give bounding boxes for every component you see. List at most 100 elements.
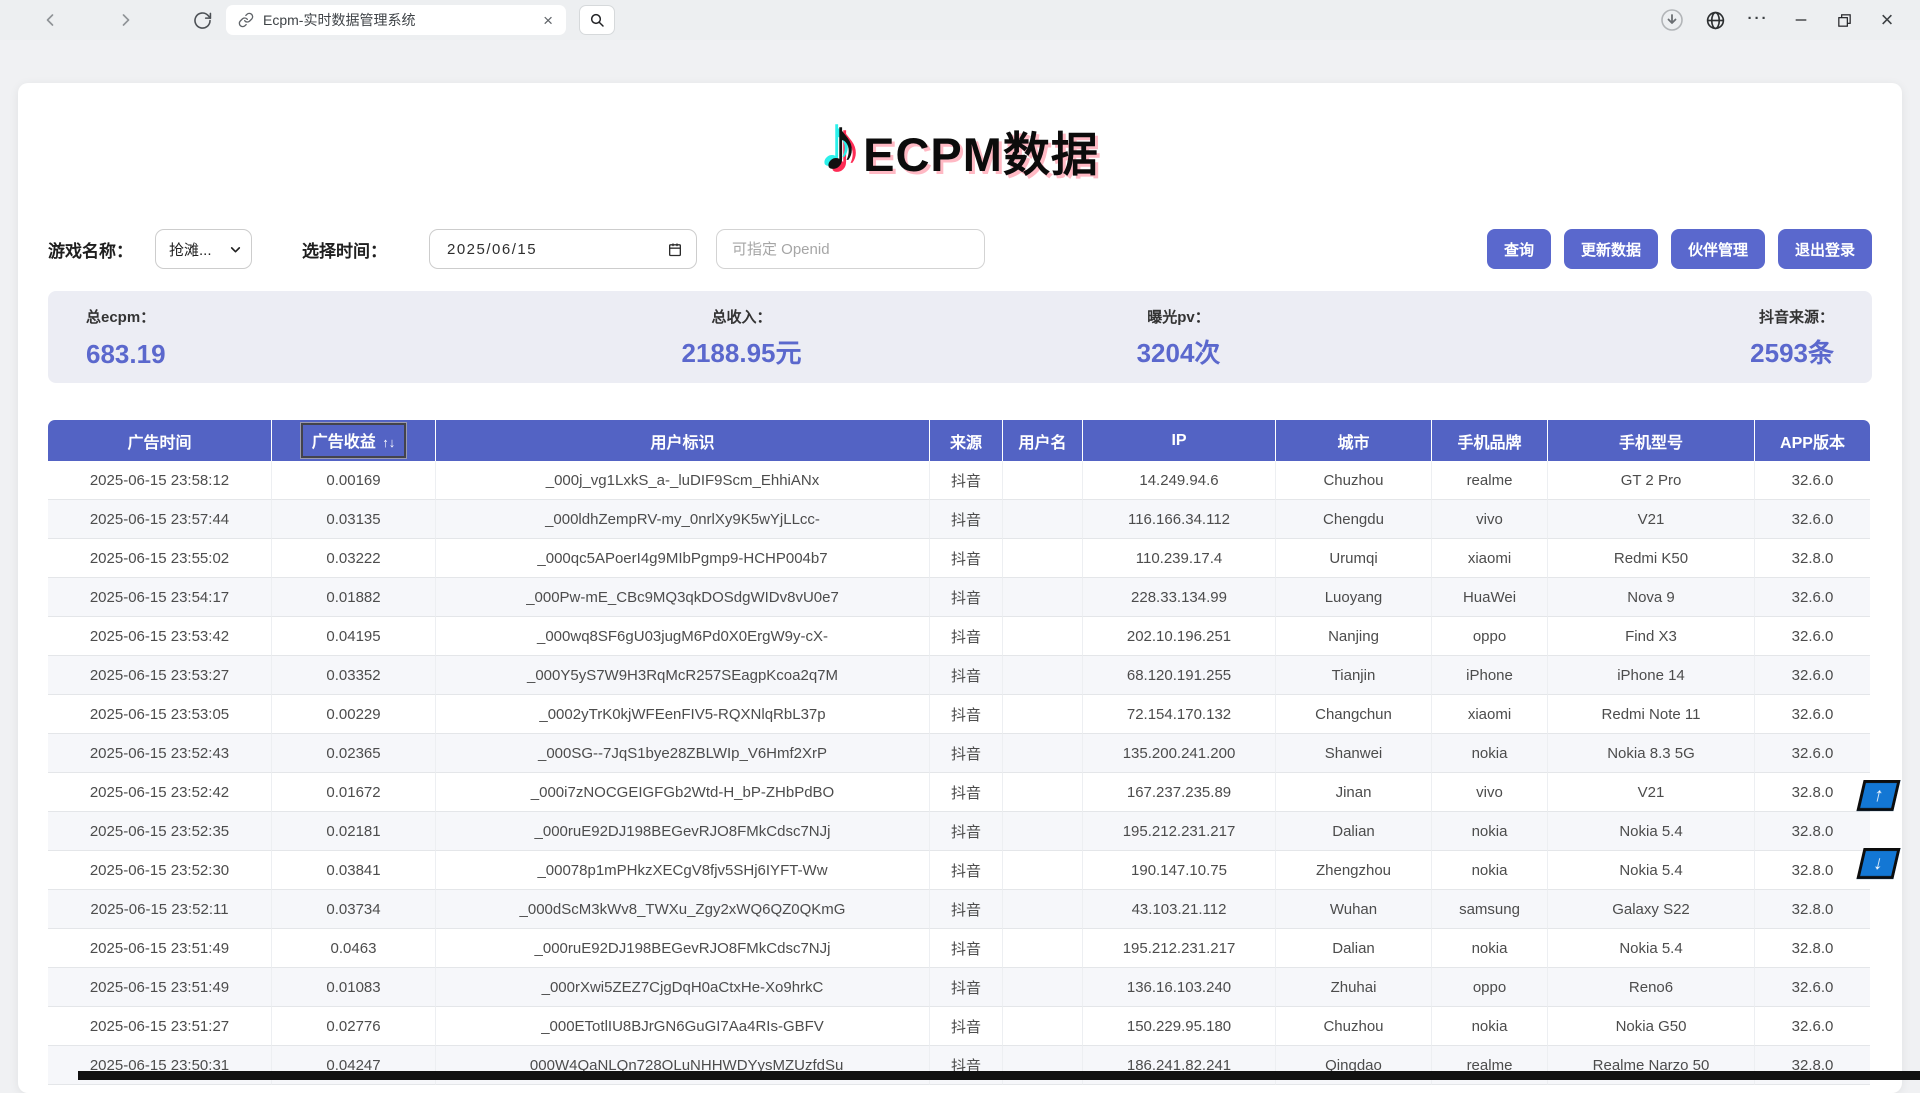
cell-city: Tianjin — [1276, 656, 1432, 695]
cell-ip: 110.239.17.4 — [1083, 539, 1276, 578]
query-button[interactable]: 查询 — [1487, 229, 1551, 269]
cell-model: Find X3 — [1548, 617, 1755, 656]
cell-revenue: 0.03841 — [272, 851, 436, 890]
cell-ip: 68.120.191.255 — [1083, 656, 1276, 695]
window-close-icon[interactable]: × — [1874, 7, 1900, 33]
cell-model: Nova 9 — [1548, 578, 1755, 617]
cell-openid: _000SG--7JqS1bye28ZBLWIp_V6Hmf2XrP — [436, 734, 930, 773]
logout-button[interactable]: 退出登录 — [1778, 229, 1872, 269]
scroll-to-bottom-button[interactable]: ↓ — [1856, 848, 1900, 879]
cell-username — [1003, 461, 1083, 500]
cell-brand: nokia — [1432, 929, 1548, 968]
cell-brand: oppo — [1432, 617, 1548, 656]
cell-username — [1003, 734, 1083, 773]
cell-username — [1003, 617, 1083, 656]
download-icon[interactable] — [1659, 7, 1685, 33]
cell-time: 2025-06-15 23:53:05 — [48, 695, 272, 734]
back-icon[interactable] — [38, 8, 62, 32]
table-row: 2025-06-15 23:52:110.03734_000dScM3kWv8_… — [48, 890, 1870, 929]
cell-time: 2025-06-15 23:58:12 — [48, 461, 272, 500]
cell-revenue: 0.03135 — [272, 500, 436, 539]
cell-time: 2025-06-15 23:52:11 — [48, 890, 272, 929]
cell-revenue: 0.01083 — [272, 968, 436, 1007]
cell-revenue: 0.02776 — [272, 1007, 436, 1046]
cell-openid: _000wq8SF6gU03jugM6Pd0X0ErgW9y-cX- — [436, 617, 930, 656]
cell-source: 抖音 — [930, 500, 1003, 539]
cell-model: Redmi Note 11 — [1548, 695, 1755, 734]
date-picker[interactable]: 2025/06/15 — [429, 229, 697, 269]
reload-icon[interactable] — [190, 8, 214, 32]
cell-time: 2025-06-15 23:53:42 — [48, 617, 272, 656]
stats-bar: 总ecpm： 683.19 总收入： 2188.95元 曝光pv： 3204次 … — [48, 291, 1872, 383]
cell-version: 32.6.0 — [1755, 968, 1870, 1007]
cell-source: 抖音 — [930, 851, 1003, 890]
game-select[interactable]: 抢滩... — [155, 229, 252, 269]
cell-source: 抖音 — [930, 695, 1003, 734]
data-table: 广告时间广告收益 ↑↓用户标识来源用户名IP城市手机品牌手机型号APP版本 20… — [48, 420, 1870, 1085]
header-row: 广告时间广告收益 ↑↓用户标识来源用户名IP城市手机品牌手机型号APP版本 — [48, 420, 1870, 461]
cell-source: 抖音 — [930, 812, 1003, 851]
cell-ip: 195.212.231.217 — [1083, 929, 1276, 968]
cell-ip: 190.147.10.75 — [1083, 851, 1276, 890]
restore-icon[interactable] — [1831, 7, 1857, 33]
column-header-openid: 用户标识 — [436, 420, 930, 461]
stat-label: 总ecpm： — [86, 306, 523, 327]
cell-model: Redmi K50 — [1548, 539, 1755, 578]
stat-douyin-source: 抖音来源： 2593条 — [1397, 306, 1834, 370]
cell-source: 抖音 — [930, 578, 1003, 617]
openid-input[interactable] — [716, 229, 985, 269]
forward-icon[interactable] — [114, 8, 138, 32]
update-data-button[interactable]: 更新数据 — [1564, 229, 1658, 269]
cell-revenue: 0.04195 — [272, 617, 436, 656]
search-button[interactable] — [579, 5, 615, 35]
cell-openid: _000ruE92DJ198BEGevRJO8FMkCdsc7NJj — [436, 812, 930, 851]
cell-brand: vivo — [1432, 773, 1548, 812]
minimize-icon[interactable] — [1788, 7, 1814, 33]
stat-value: 683.19 — [86, 339, 523, 370]
app-title: ECPM数据 — [863, 129, 1099, 181]
stat-value: 3204次 — [960, 333, 1397, 370]
sort-revenue-button[interactable]: 广告收益 ↑↓ — [301, 423, 406, 458]
chevron-down-icon — [229, 243, 242, 256]
cell-version: 32.6.0 — [1755, 734, 1870, 773]
cell-city: Chengdu — [1276, 500, 1432, 539]
main-panel: ♪ ECPM数据 游戏名称： 抢滩... 选择时间： 2025/06/15 查询… — [18, 83, 1902, 1093]
partner-manage-button[interactable]: 伙伴管理 — [1671, 229, 1765, 269]
cell-source: 抖音 — [930, 929, 1003, 968]
column-header-source: 来源 — [930, 420, 1003, 461]
cell-model: iPhone 14 — [1548, 656, 1755, 695]
stat-value: 2188.95元 — [523, 333, 960, 370]
cell-time: 2025-06-15 23:51:27 — [48, 1007, 272, 1046]
cell-brand: HuaWei — [1432, 578, 1548, 617]
cell-model: Nokia G50 — [1548, 1007, 1755, 1046]
horizontal-scrollbar[interactable] — [78, 1071, 1920, 1080]
cell-username — [1003, 578, 1083, 617]
cell-source: 抖音 — [930, 617, 1003, 656]
scroll-to-top-button[interactable]: ↑ — [1856, 780, 1900, 811]
column-header-username: 用户名 — [1003, 420, 1083, 461]
column-header-ip: IP — [1083, 420, 1276, 461]
cell-brand: iPhone — [1432, 656, 1548, 695]
cell-username — [1003, 851, 1083, 890]
column-header-city: 城市 — [1276, 420, 1432, 461]
cell-city: Wuhan — [1276, 890, 1432, 929]
cell-time: 2025-06-15 23:55:02 — [48, 539, 272, 578]
cell-openid: _0002yTrK0kjWFEenFIV5-RQXNlqRbL37p — [436, 695, 930, 734]
tab-close-icon[interactable]: × — [540, 12, 556, 29]
cell-username — [1003, 539, 1083, 578]
logo: ♪ ECPM数据 — [48, 93, 1872, 181]
cell-version: 32.8.0 — [1755, 773, 1870, 812]
cell-ip: 135.200.241.200 — [1083, 734, 1276, 773]
cell-model: Galaxy S22 — [1548, 890, 1755, 929]
cell-brand: samsung — [1432, 890, 1548, 929]
cell-time: 2025-06-15 23:54:17 — [48, 578, 272, 617]
stat-total-ecpm: 总ecpm： 683.19 — [86, 306, 523, 370]
table-row: 2025-06-15 23:55:020.03222_000qc5APoerI4… — [48, 539, 1870, 578]
menu-icon[interactable]: ··· — [1745, 5, 1771, 31]
browser-tab[interactable]: Ecpm-实时数据管理系统 × — [226, 5, 566, 35]
cell-city: Nanjing — [1276, 617, 1432, 656]
globe-icon[interactable] — [1702, 7, 1728, 33]
cell-version: 32.8.0 — [1755, 929, 1870, 968]
table-row: 2025-06-15 23:51:270.02776_000ETotlIU8BJ… — [48, 1007, 1870, 1046]
cell-model: Nokia 5.4 — [1548, 851, 1755, 890]
